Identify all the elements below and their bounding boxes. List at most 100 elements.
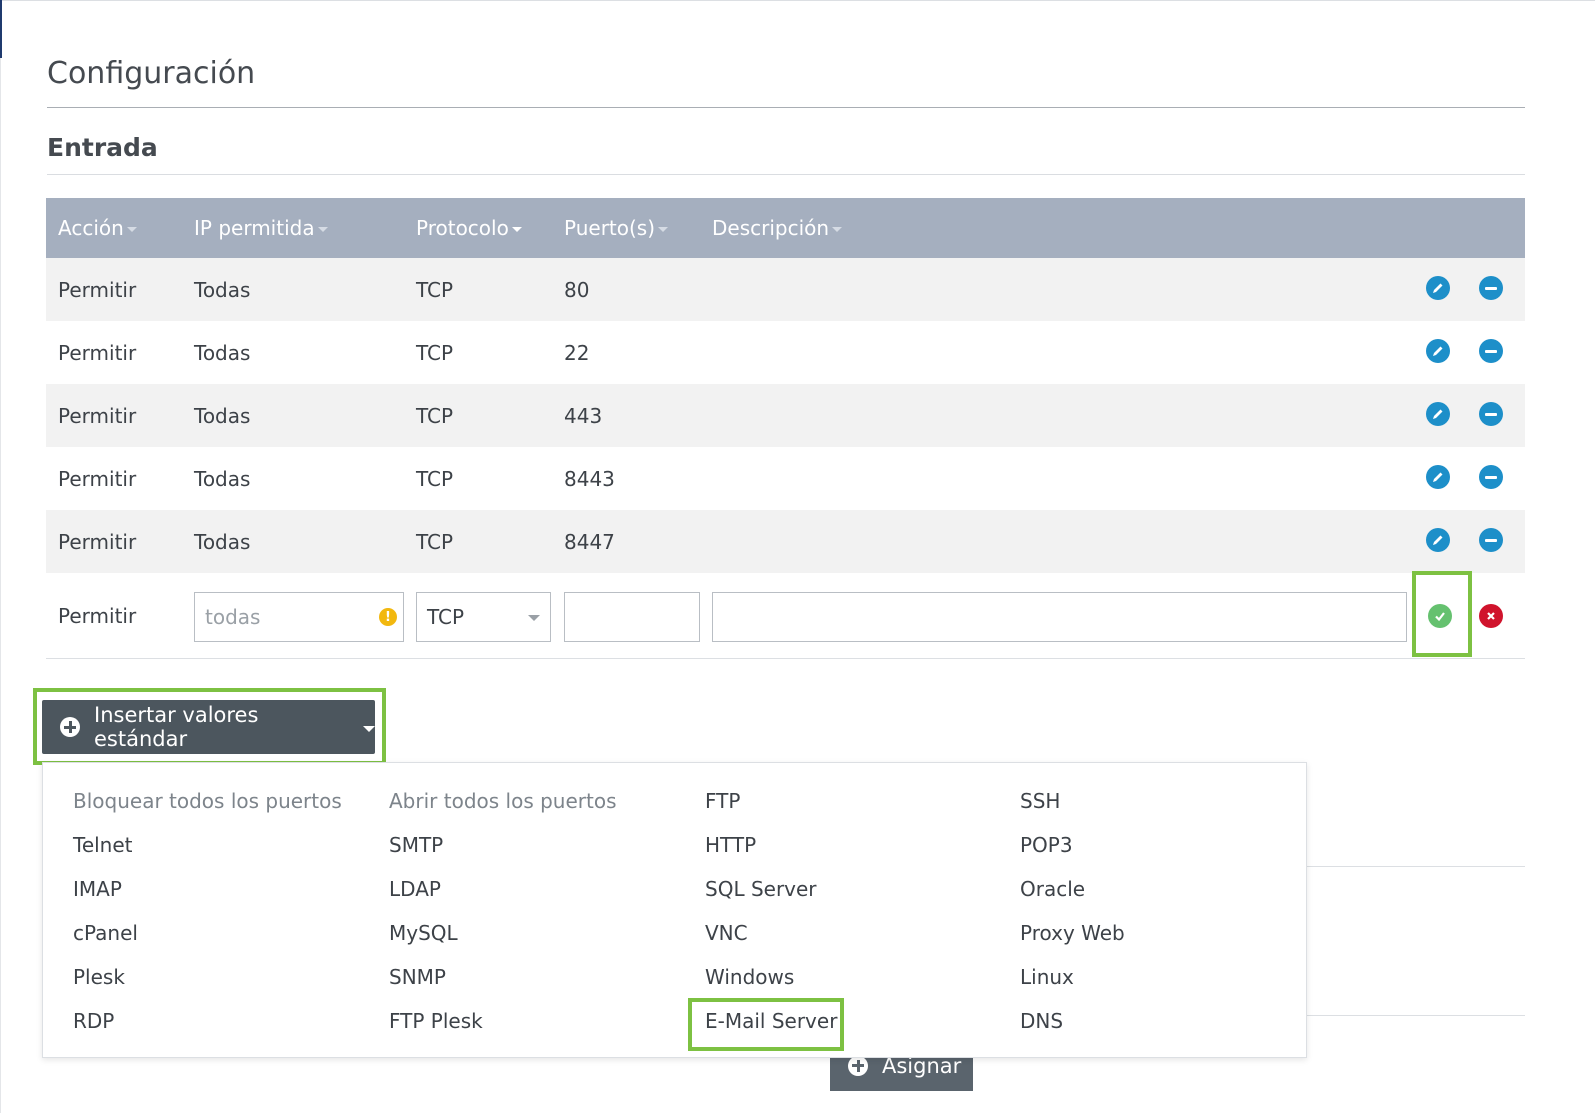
cell-ports: 8447 [564,529,615,554]
pencil-icon [1433,283,1443,293]
standard-values-menu: Bloquear todos los puertos Abrir todos l… [42,762,1307,1058]
cell-action: Permitir [58,277,137,302]
cell-ip: Todas [194,403,251,428]
cell-action: Permitir [58,604,137,628]
cell-action: Permitir [58,403,137,428]
menu-item-ldap[interactable]: LDAP [389,877,441,901]
remove-rule-button[interactable] [1479,528,1503,552]
column-header-ports[interactable]: Puerto(s) [564,198,669,258]
remove-rule-button[interactable] [1479,465,1503,489]
section-title: Entrada [47,133,158,162]
sort-caret-icon [317,226,328,232]
table-row: Permitir Todas TCP 443 [46,384,1525,447]
cell-protocol: TCP [416,403,454,428]
menu-item-rdp[interactable]: RDP [73,1009,114,1033]
menu-item-windows[interactable]: Windows [705,965,794,989]
cell-ports: 443 [564,403,603,428]
menu-item-ftp[interactable]: FTP [705,789,740,813]
menu-item-vnc[interactable]: VNC [705,921,748,945]
table-header: Acción IP permitida Protocolo Puerto(s) … [46,198,1525,258]
cell-ports: 22 [564,340,590,365]
minus-icon [1485,349,1497,353]
cell-protocol: TCP [416,529,454,554]
menu-item-linux[interactable]: Linux [1020,965,1074,989]
cell-ports: 80 [564,277,590,302]
column-header-ip[interactable]: IP permitida [194,198,328,258]
background-divider [1306,866,1525,867]
background-divider [1306,1015,1525,1016]
menu-item-dns[interactable]: DNS [1020,1009,1063,1033]
ip-input[interactable]: todas ! [194,592,404,642]
highlight-confirm [1412,571,1472,657]
menu-item-proxy-web[interactable]: Proxy Web [1020,921,1125,945]
cell-protocol: TCP [416,340,454,365]
section-divider [47,174,1525,175]
table-row: Permitir Todas TCP 8443 [46,447,1525,510]
menu-item-telnet[interactable]: Telnet [73,833,133,857]
cell-action: Permitir [58,340,137,365]
plus-circle-icon [848,1055,868,1076]
description-input[interactable] [712,592,1407,642]
cell-ip: Todas [194,466,251,491]
remove-rule-button[interactable] [1479,402,1503,426]
remove-rule-button[interactable] [1479,339,1503,363]
cell-ip: Todas [194,529,251,554]
table-row: Permitir Todas TCP 80 [46,258,1525,321]
pencil-icon [1433,346,1443,356]
column-header-protocol[interactable]: Protocolo [416,198,522,258]
menu-item-block-all[interactable]: Bloquear todos los puertos [73,789,342,813]
table-row: Permitir Todas TCP 8447 [46,510,1525,573]
table-row: Permitir Todas TCP 22 [46,321,1525,384]
cell-protocol: TCP [416,277,454,302]
minus-icon [1485,475,1497,479]
menu-item-oracle[interactable]: Oracle [1020,877,1085,901]
menu-item-open-all[interactable]: Abrir todos los puertos [389,789,617,813]
menu-item-http[interactable]: HTTP [705,833,756,857]
cell-action: Permitir [58,466,137,491]
edit-rule-button[interactable] [1426,528,1450,552]
minus-icon [1485,538,1497,542]
sort-caret-icon [511,226,522,232]
title-divider [47,107,1525,108]
pencil-icon [1433,535,1443,545]
remove-rule-button[interactable] [1479,276,1503,300]
menu-item-pop3[interactable]: POP3 [1020,833,1073,857]
menu-item-ftp-plesk[interactable]: FTP Plesk [389,1009,483,1033]
new-rule-row: Permitir todas ! TCP [46,573,1525,659]
page-title: Configuración [47,56,256,91]
sort-caret-icon [658,226,669,232]
edit-rule-button[interactable] [1426,276,1450,300]
menu-item-plesk[interactable]: Plesk [73,965,125,989]
pencil-icon [1433,472,1443,482]
top-border [0,0,1595,1]
cancel-rule-button[interactable] [1479,604,1503,628]
menu-item-snmp[interactable]: SNMP [389,965,446,989]
sort-caret-icon [126,226,137,232]
highlight-email-server [688,998,844,1051]
menu-item-imap[interactable]: IMAP [73,877,122,901]
minus-icon [1485,412,1497,416]
chevron-down-icon [528,615,540,621]
menu-item-smtp[interactable]: SMTP [389,833,443,857]
edit-rule-button[interactable] [1426,465,1450,489]
edit-rule-button[interactable] [1426,339,1450,363]
highlight-standard-button [33,688,386,765]
warning-icon: ! [379,608,397,626]
left-border [0,58,1,1113]
menu-item-cpanel[interactable]: cPanel [73,921,138,945]
ports-input[interactable] [564,592,700,642]
minus-icon [1485,286,1497,290]
menu-item-mysql[interactable]: MySQL [389,921,458,945]
pencil-icon [1433,409,1443,419]
firewall-rules-table: Acción IP permitida Protocolo Puerto(s) … [46,198,1525,659]
cell-ports: 8443 [564,466,615,491]
cell-protocol: TCP [416,466,454,491]
menu-item-sql-server[interactable]: SQL Server [705,877,817,901]
column-header-description[interactable]: Descripción [712,198,843,258]
sort-caret-icon [832,226,843,232]
column-header-action[interactable]: Acción [58,198,137,258]
menu-item-ssh[interactable]: SSH [1020,789,1060,813]
cell-ip: Todas [194,277,251,302]
edit-rule-button[interactable] [1426,402,1450,426]
protocol-select[interactable]: TCP [416,592,551,642]
